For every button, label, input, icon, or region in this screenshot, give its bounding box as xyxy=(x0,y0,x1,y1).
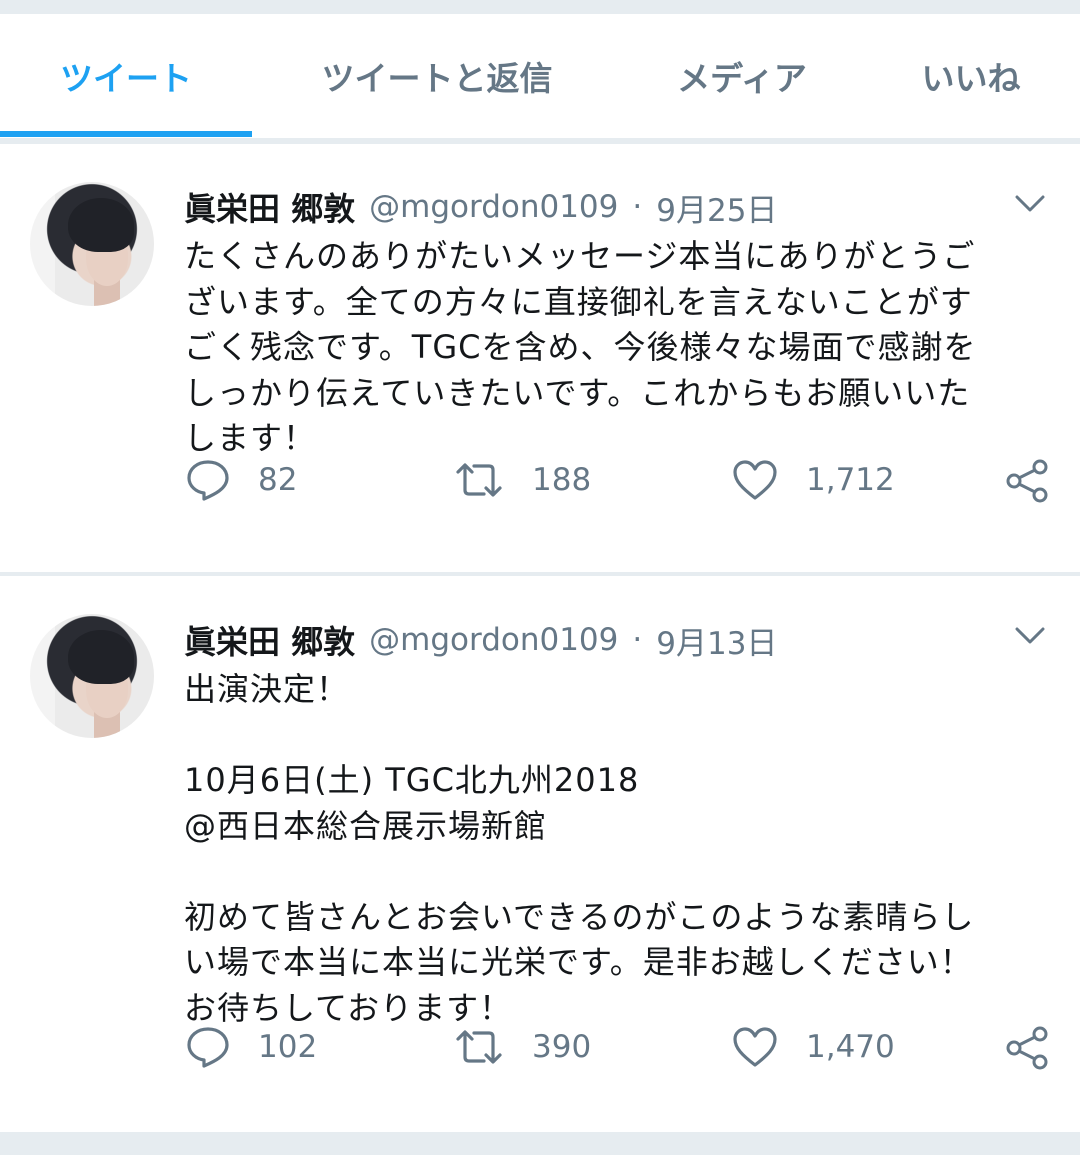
reply-button[interactable]: 102 xyxy=(186,1025,317,1069)
avatar[interactable] xyxy=(30,614,154,738)
user-handle[interactable]: @mgordon0109 xyxy=(369,622,618,658)
chevron-down-icon[interactable] xyxy=(1014,188,1046,220)
display-name[interactable]: 眞栄田 郷敦 xyxy=(184,184,355,230)
user-handle[interactable]: @mgordon0109 xyxy=(369,189,618,225)
retweet-icon xyxy=(454,1025,504,1069)
tweet-actions: 82 188 1,712 xyxy=(0,458,1080,508)
retweet-count: 390 xyxy=(532,1029,592,1065)
avatar[interactable] xyxy=(30,182,154,306)
avatar-hair xyxy=(68,630,134,684)
bottom-divider xyxy=(0,1137,1080,1155)
display-name[interactable]: 眞栄田 郷敦 xyxy=(184,617,355,663)
tab-media[interactable]: メディア xyxy=(622,14,862,138)
retweet-button[interactable]: 390 xyxy=(454,1025,591,1069)
tweet-date[interactable]: 9月13日 xyxy=(656,618,777,663)
reply-count: 102 xyxy=(258,1029,318,1065)
tweet-text: 出演決定！ 10月6日(土) TGC北九州2018 @西日本総合展示場新館 初め… xyxy=(184,670,975,1027)
active-tab-indicator xyxy=(0,131,252,137)
tab-likes[interactable]: いいね xyxy=(862,14,1080,138)
tweet[interactable]: 眞栄田 郷敦 @mgordon0109 · 9月13日 出演決定！ 10月6日(… xyxy=(0,572,1080,1132)
heart-icon xyxy=(732,1025,778,1069)
tweet-actions: 102 390 1,470 xyxy=(0,1025,1080,1075)
reply-icon xyxy=(186,458,230,502)
avatar-hair xyxy=(68,198,134,252)
top-strip xyxy=(0,0,1080,14)
heart-icon xyxy=(732,458,778,502)
tweet-header: 眞栄田 郷敦 @mgordon0109 · 9月13日 xyxy=(184,615,777,665)
tweet[interactable]: 眞栄田 郷敦 @mgordon0109 · 9月25日 たくさんのありがたいメッ… xyxy=(0,144,1080,572)
tab-tweets[interactable]: ツイート xyxy=(0,14,252,138)
separator-dot: · xyxy=(632,622,643,658)
like-button[interactable]: 1,470 xyxy=(732,1025,895,1069)
tweet-text: たくさんのありがたいメッセージ本当にありがとうご ざいます。全ての方々に直接御礼… xyxy=(184,237,977,457)
share-icon xyxy=(1004,1025,1050,1071)
like-button[interactable]: 1,712 xyxy=(732,458,895,502)
chevron-down-icon[interactable] xyxy=(1014,620,1046,652)
tweet-date[interactable]: 9月25日 xyxy=(656,185,777,230)
like-count: 1,712 xyxy=(806,462,895,498)
share-button[interactable] xyxy=(1004,1025,1050,1071)
reply-icon xyxy=(186,1025,230,1069)
share-icon xyxy=(1004,458,1050,504)
retweet-button[interactable]: 188 xyxy=(454,458,591,502)
retweet-icon xyxy=(454,458,504,502)
like-count: 1,470 xyxy=(806,1029,895,1065)
profile-tabs: ツイート ツイートと返信 メディア いいね xyxy=(0,14,1080,139)
reply-count: 82 xyxy=(258,462,298,498)
share-button[interactable] xyxy=(1004,458,1050,504)
retweet-count: 188 xyxy=(532,462,592,498)
tweet-header: 眞栄田 郷敦 @mgordon0109 · 9月25日 xyxy=(184,182,777,232)
reply-button[interactable]: 82 xyxy=(186,458,297,502)
tab-tweets-and-replies[interactable]: ツイートと返信 xyxy=(252,14,622,138)
separator-dot: · xyxy=(632,189,643,225)
